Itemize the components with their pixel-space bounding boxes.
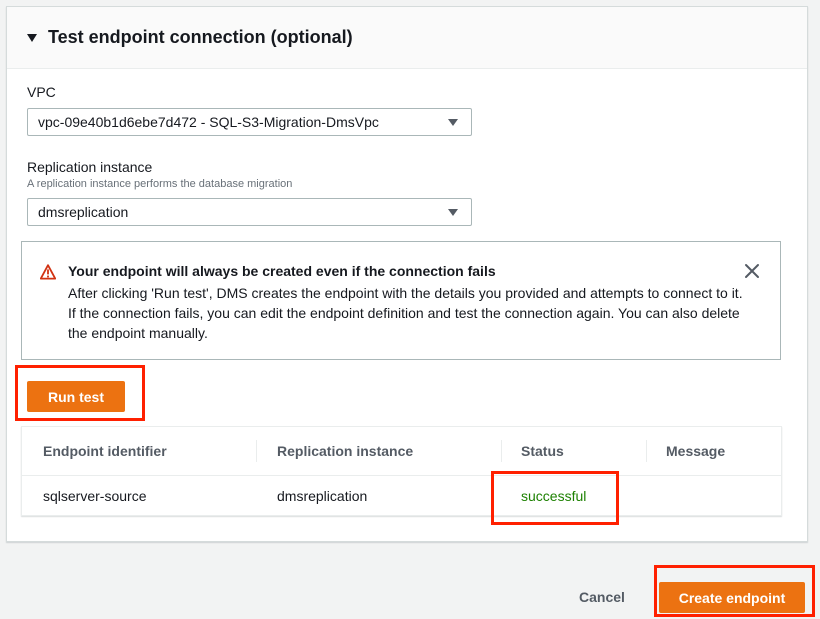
replication-instance-select[interactable]: dmsreplication <box>27 198 472 226</box>
vpc-select-value: vpc-09e40b1d6ebe7d472 - SQL-S3-Migration… <box>38 114 379 130</box>
status-highlight <box>491 471 619 525</box>
column-header-status: Status <box>521 443 564 459</box>
column-header-replication-instance: Replication instance <box>277 443 414 459</box>
test-results-table: Endpoint identifier Replication instance… <box>21 426 782 516</box>
create-endpoint-button[interactable]: Create endpoint <box>659 582 805 613</box>
run-test-button[interactable]: Run test <box>27 381 125 412</box>
replication-instance-select-value: dmsreplication <box>38 204 129 220</box>
alert-title: Your endpoint will always be created eve… <box>68 263 496 279</box>
panel-header[interactable]: Test endpoint connection (optional) <box>7 7 807 69</box>
panel-title: Test endpoint connection (optional) <box>48 27 353 47</box>
vpc-select[interactable]: vpc-09e40b1d6ebe7d472 - SQL-S3-Migration… <box>27 108 472 136</box>
alert-body: After clicking 'Run test', DMS creates t… <box>68 285 743 341</box>
cancel-button[interactable]: Cancel <box>579 589 625 605</box>
chevron-down-icon <box>448 119 458 126</box>
vpc-label: VPC <box>27 84 56 100</box>
replication-instance-label: Replication instance <box>27 159 153 175</box>
warning-alert: Your endpoint will always be created eve… <box>21 241 781 360</box>
warning-icon <box>40 264 56 280</box>
chevron-down-icon <box>448 209 458 216</box>
column-header-endpoint-identifier: Endpoint identifier <box>43 443 167 459</box>
column-divider <box>646 440 647 462</box>
column-header-message: Message <box>666 443 726 459</box>
column-divider <box>501 440 502 462</box>
cell-endpoint-identifier: sqlserver-source <box>43 488 147 504</box>
replication-instance-description: A replication instance performs the data… <box>27 178 293 190</box>
close-icon[interactable] <box>744 263 760 279</box>
caret-down-icon[interactable] <box>27 33 37 42</box>
cell-replication-instance: dmsreplication <box>277 488 368 504</box>
column-divider <box>256 440 257 462</box>
